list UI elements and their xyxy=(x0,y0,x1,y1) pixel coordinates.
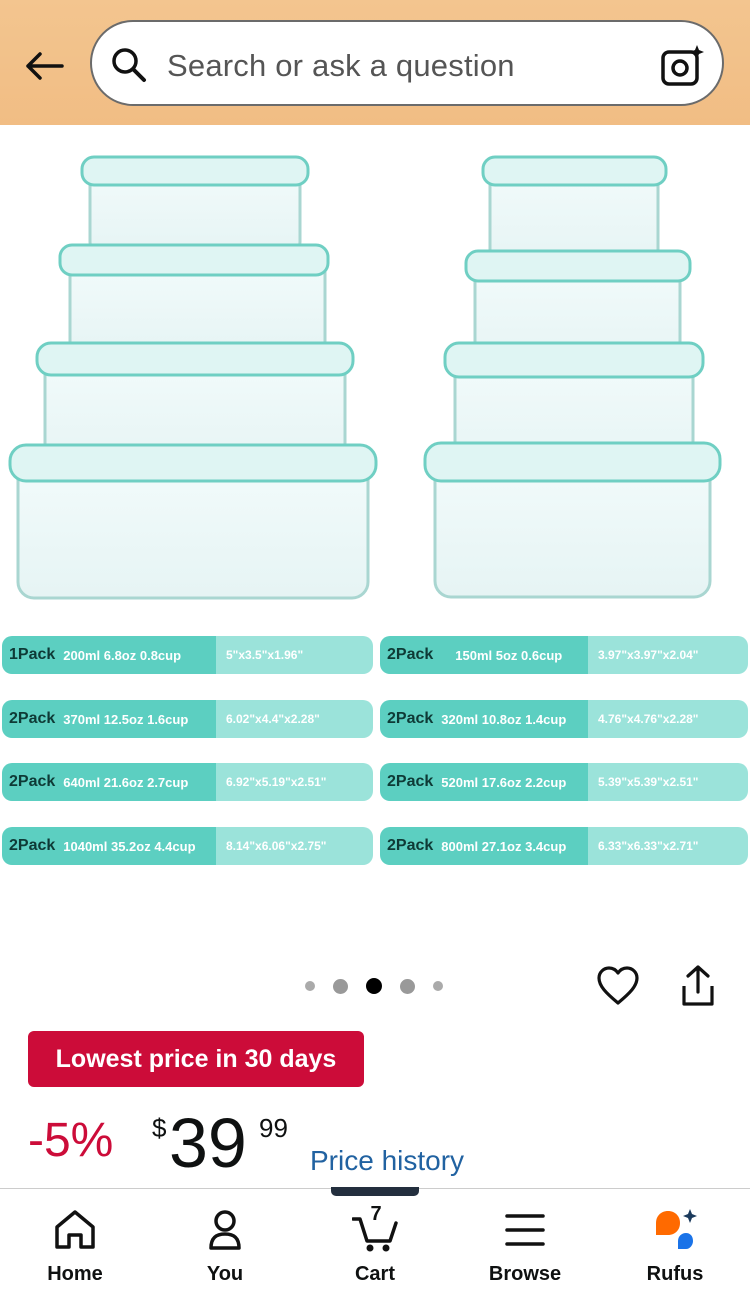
dimension-label: 5.39"x5.39"x2.51" xyxy=(588,763,748,801)
search-bar[interactable]: Search or ask a question xyxy=(90,20,724,106)
size-pill-5: 2Pack 640ml 21.6oz 2.7cup 6.92"x5.19"x2.5… xyxy=(2,763,373,801)
dimension-label: 3.97"x3.97"x2.04" xyxy=(588,636,748,674)
dimension-label: 6.33"x6.33"x2.71" xyxy=(588,827,748,865)
nav-label-rufus: Rufus xyxy=(646,1263,704,1285)
capacity-label: 150ml 5oz 0.6cup xyxy=(455,647,563,663)
pack-label: 2Pack xyxy=(387,710,434,727)
size-pill-2: 2Pack 150ml 5oz 0.6cup 3.97"x3.97"x2.04" xyxy=(380,636,748,674)
dimension-label: 4.76"x4.76"x2.28" xyxy=(588,700,748,738)
size-pill-3: 2Pack 370ml 12.5oz 1.6cup 6.02"x4.4"x2.28… xyxy=(2,700,373,738)
dimension-label: 8.14"x6.06"x2.75" xyxy=(216,827,373,865)
product-image-gallery[interactable]: 1Pack 200ml 6.8oz 0.8cup 5"x3.5"x1.96" 2P… xyxy=(0,125,750,955)
nav-cart[interactable]: 7 Cart xyxy=(300,1189,450,1299)
home-icon xyxy=(55,1210,95,1249)
nav-label-cart: Cart xyxy=(354,1263,395,1285)
carousel-dot[interactable] xyxy=(305,981,315,991)
search-input[interactable]: Search or ask a question xyxy=(167,48,515,84)
cart-icon-wrap: 7 xyxy=(351,1203,398,1253)
capacity-label: 1040ml 35.2oz 4.4cup xyxy=(63,838,196,854)
dimension-label: 6.92"x5.19"x2.51" xyxy=(216,763,373,801)
pack-label: 1Pack xyxy=(9,646,56,663)
nav-label-home: Home xyxy=(47,1263,103,1285)
person-icon xyxy=(209,1210,241,1250)
nav-label-browse: Browse xyxy=(488,1263,562,1285)
top-header: Search or ask a question xyxy=(0,0,750,125)
bottom-nav: Home You 7 Cart Browse Rufus xyxy=(0,1188,750,1299)
nav-you[interactable]: You xyxy=(150,1189,300,1299)
capacity-label: 320ml 10.8oz 1.4cup xyxy=(441,711,567,727)
cart-count: 7 xyxy=(370,1203,382,1225)
nav-home[interactable]: Home xyxy=(0,1189,150,1299)
menu-icon xyxy=(505,1214,545,1246)
search-icon xyxy=(112,48,146,82)
size-pill-8: 2Pack 800ml 27.1oz 3.4cup 6.33"x6.33"x2.7… xyxy=(380,827,748,865)
carousel-dots[interactable] xyxy=(305,978,443,994)
pack-label: 2Pack xyxy=(9,710,56,727)
size-pill-7: 2Pack 1040ml 35.2oz 4.4cup 8.14"x6.06"x2.… xyxy=(2,827,373,865)
price-fraction: 99 xyxy=(259,1113,288,1143)
discount-percent: -5% xyxy=(28,1114,114,1167)
nav-label-you: You xyxy=(206,1263,244,1285)
carousel-dot[interactable] xyxy=(400,978,415,994)
price-block: -5% $ 39 99 Price history xyxy=(28,1105,728,1185)
dimension-label: 6.02"x4.4"x2.28" xyxy=(216,700,373,738)
product-image xyxy=(8,155,722,600)
size-pill-6: 2Pack 520ml 17.6oz 2.2cup 5.39"x5.39"x2.5… xyxy=(380,763,748,801)
price-whole: 39 xyxy=(169,1104,247,1182)
capacity-label: 520ml 17.6oz 2.2cup xyxy=(441,774,567,790)
capacity-label: 370ml 12.5oz 1.6cup xyxy=(63,711,189,727)
pack-label: 2Pack xyxy=(387,646,434,663)
nav-browse[interactable]: Browse xyxy=(450,1189,600,1299)
pack-label: 2Pack xyxy=(9,773,56,790)
carousel-dot[interactable] xyxy=(433,981,443,991)
dimension-label: 5"x3.5"x1.96" xyxy=(216,636,373,674)
size-pill-1: 1Pack 200ml 6.8oz 0.8cup 5"x3.5"x1.96" xyxy=(2,636,373,674)
pack-label: 2Pack xyxy=(9,837,56,854)
capacity-label: 640ml 21.6oz 2.7cup xyxy=(63,774,189,790)
rufus-icon xyxy=(656,1209,697,1249)
price-currency: $ xyxy=(152,1113,167,1143)
size-pill-4: 2Pack 320ml 10.8oz 1.4cup 4.76"x4.76"x2.2… xyxy=(380,700,748,738)
nav-rufus[interactable]: Rufus xyxy=(600,1189,750,1299)
share-icon[interactable] xyxy=(678,964,718,1008)
heart-icon[interactable] xyxy=(596,964,640,1008)
pack-label: 2Pack xyxy=(387,773,434,790)
carousel-dot-active[interactable] xyxy=(366,978,382,994)
back-button[interactable] xyxy=(20,42,68,90)
deal-badge: Lowest price in 30 days xyxy=(28,1031,364,1087)
capacity-label: 800ml 27.1oz 3.4cup xyxy=(441,838,567,854)
pack-label: 2Pack xyxy=(387,837,434,854)
back-arrow-icon xyxy=(26,52,64,80)
capacity-label: 200ml 6.8oz 0.8cup xyxy=(63,647,182,663)
price-history-link[interactable]: Price history xyxy=(310,1145,464,1177)
active-tab-indicator xyxy=(331,1187,419,1196)
carousel-dot[interactable] xyxy=(333,978,348,994)
camera-search-icon[interactable] xyxy=(660,44,704,88)
